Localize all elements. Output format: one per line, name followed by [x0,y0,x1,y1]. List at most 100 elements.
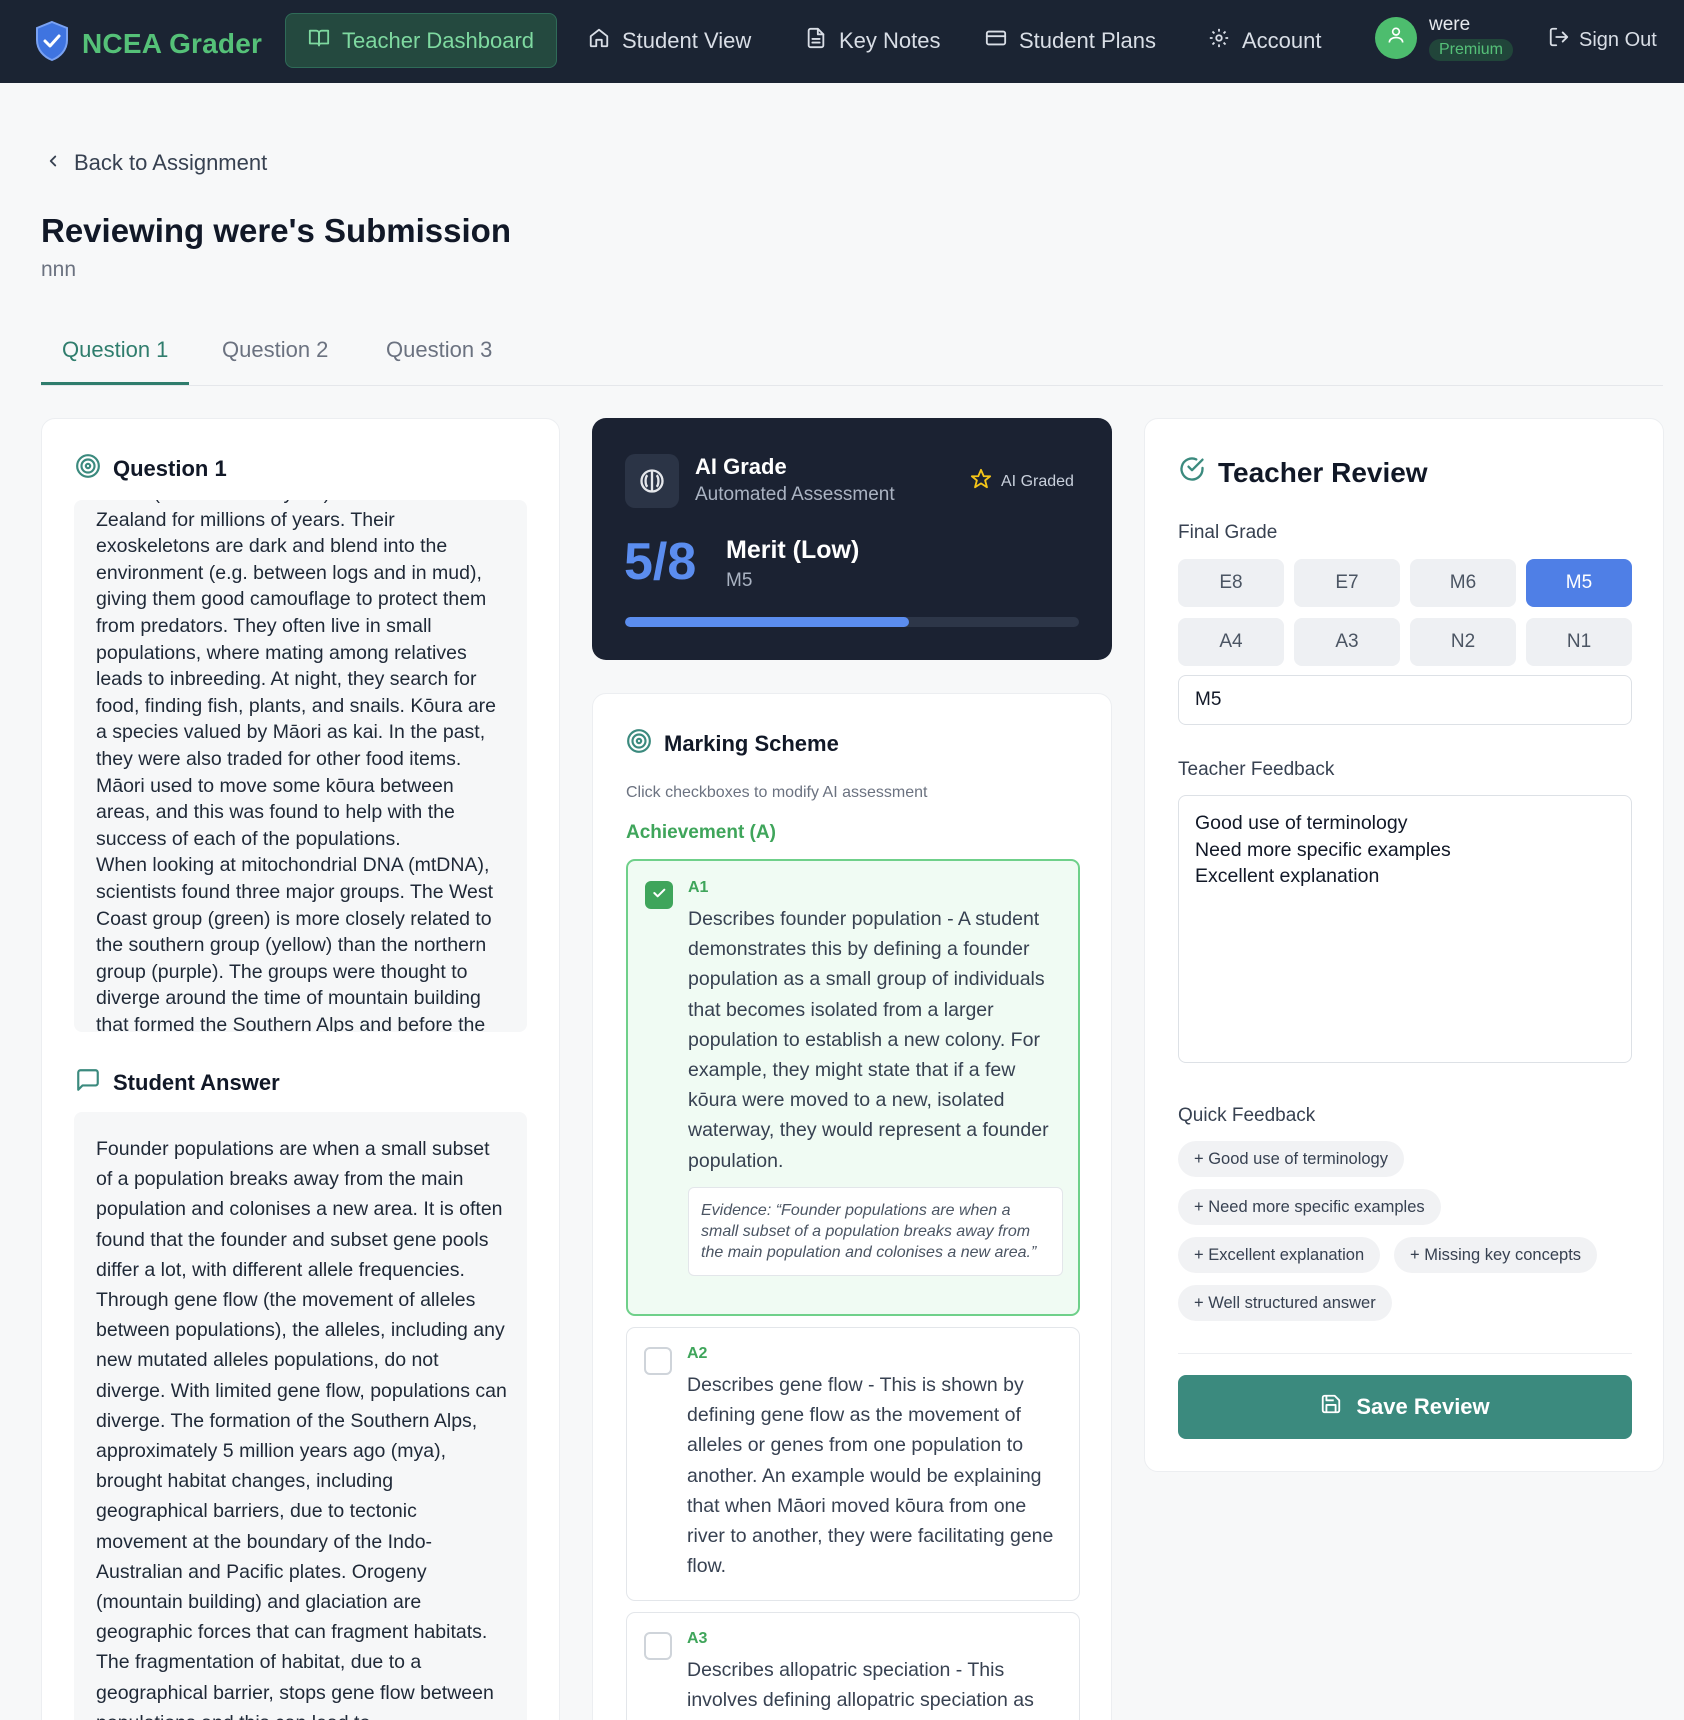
file-text-icon [805,27,827,55]
grade-button-a3[interactable]: A3 [1294,618,1400,666]
ai-graded-label: AI Graded [1001,472,1074,490]
student-answer-text: Founder populations are when a small sub… [96,1138,507,1720]
top-navbar: NCEA Grader Teacher Dashboard Student Vi… [0,0,1684,83]
plan-badge: Premium [1429,39,1514,61]
grade-button-a4[interactable]: A4 [1178,618,1284,666]
criterion-checkbox[interactable] [644,1632,672,1660]
book-open-icon [308,27,330,55]
marking-scheme-heading: Marking Scheme [626,728,839,760]
question-text: Kōura (freshwater crayfish) have inhabit… [96,500,507,1032]
question-heading: Question 1 [75,453,227,485]
ai-level: Merit (Low) [726,536,860,564]
teacher-review-heading: Teacher Review [1178,455,1428,490]
grade-button-n2[interactable]: N2 [1410,618,1516,666]
nav-label: Teacher Dashboard [342,27,535,53]
back-label: Back to Assignment [74,150,268,175]
student-answer-scroll[interactable]: Founder populations are when a small sub… [74,1112,527,1720]
teacher-feedback-label: Teacher Feedback [1178,759,1335,780]
teacher-review-heading-label: Teacher Review [1218,456,1428,488]
message-square-icon [75,1067,101,1099]
quick-feedback-chip[interactable]: + Missing key concepts [1394,1237,1598,1273]
quick-feedback-chip[interactable]: + Good use of terminology [1178,1141,1404,1177]
criterion-checkbox[interactable] [645,881,673,909]
criterion-a3[interactable]: A3 Describes allopatric speciation - Thi… [626,1612,1080,1720]
question-tabs: Question 1 Question 2 Question 3 [41,320,1663,386]
nav-label: Key Notes [839,27,941,53]
grade-button-n1[interactable]: N1 [1526,618,1632,666]
feedback-line: Need more specific examples [1195,838,1451,861]
criterion-description: Describes founder population - A student… [688,908,1049,1172]
ai-grade-title: AI Grade [695,454,787,479]
grade-button-m5[interactable]: M5 [1526,559,1632,607]
criterion-a1[interactable]: A1 Describes founder population - A stud… [626,859,1080,1316]
student-answer-heading: Student Answer [75,1067,280,1099]
user-name: were [1429,14,1471,35]
criterion-description: Describes gene flow - This is shown by d… [687,1374,1054,1578]
avatar [1375,16,1417,59]
nav-teacher-dashboard[interactable]: Teacher Dashboard [285,13,558,68]
user-icon [1386,25,1406,50]
divider [1178,1353,1632,1354]
criterion-code: A1 [688,879,709,896]
criterion-code: A3 [687,1630,708,1647]
check-icon [651,885,667,906]
ai-progress-track [625,617,1079,627]
student-answer-heading-label: Student Answer [113,1070,280,1095]
quick-feedback-chip[interactable]: + Need more specific examples [1178,1189,1441,1225]
sign-out-button[interactable]: Sign Out [1548,26,1657,54]
feedback-line: Good use of terminology [1195,812,1408,834]
question-heading-label: Question 1 [113,456,227,481]
page-subtitle: nnn [41,258,77,281]
nav-account[interactable]: Account [1186,13,1344,68]
quick-feedback-label: Quick Feedback [1178,1105,1316,1126]
final-grade-label: Final Grade [1178,522,1278,543]
grade-button-e8[interactable]: E8 [1178,559,1284,607]
nav-student-view[interactable]: Student View [566,13,773,68]
ai-graded-badge: AI Graded [970,468,1074,495]
category-achievement: Achievement (A) [626,822,776,843]
credit-card-icon [985,27,1007,55]
brand[interactable]: NCEA Grader [34,20,262,67]
page-title: Reviewing were's Submission [41,212,511,249]
marking-scheme-card: Marking Scheme Click checkboxes to modif… [592,693,1112,1720]
tab-question-1[interactable]: Question 1 [41,330,190,385]
brand-name: NCEA Grader [82,27,263,59]
criterion-evidence: Evidence: “Founder populations are when … [688,1187,1063,1276]
criterion-checkbox[interactable] [644,1347,672,1375]
target-icon [626,728,652,760]
user-menu[interactable]: were Premium [1375,14,1514,61]
tab-question-3[interactable]: Question 3 [365,330,513,385]
chevron-left-icon [44,150,62,176]
ai-grade-card: AI Grade Automated Assessment AI Graded … [592,418,1112,660]
teacher-review-card: Teacher Review Final Grade E8 E7 M6 M5 A… [1144,418,1664,1472]
ai-progress-fill [625,617,909,627]
quick-feedback-chip[interactable]: + Excellent explanation [1178,1237,1381,1273]
feedback-line: Excellent explanation [1195,865,1380,887]
grade-button-e7[interactable]: E7 [1294,559,1400,607]
save-review-label: Save Review [1356,1394,1490,1419]
criterion-code: A2 [687,1345,708,1362]
target-icon [75,453,101,485]
grade-button-m6[interactable]: M6 [1410,559,1516,607]
ai-grade-subtitle: Automated Assessment [695,484,895,505]
question-text-scroll[interactable]: Kōura (freshwater crayfish) have inhabit… [74,500,527,1032]
tab-question-2[interactable]: Question 2 [201,330,349,385]
nav-key-notes[interactable]: Key Notes [783,13,963,68]
star-icon [970,468,992,495]
brain-icon [625,454,679,508]
nav-label: Account [1242,27,1322,53]
final-grade-input[interactable]: M5 [1178,675,1632,725]
teacher-feedback-textarea[interactable]: Good use of terminology Need more specif… [1178,795,1632,1063]
criterion-description: Describes allopatric speciation - This i… [687,1659,1034,1712]
back-to-assignment-link[interactable]: Back to Assignment [44,150,267,176]
check-circle-icon [1178,455,1206,490]
criterion-a2[interactable]: A2 Describes gene flow - This is shown b… [626,1327,1080,1601]
nav-student-plans[interactable]: Student Plans [963,13,1178,68]
log-out-icon [1548,26,1570,54]
save-icon [1320,1393,1342,1421]
nav-label: Student View [622,27,752,53]
save-review-button[interactable]: Save Review [1178,1375,1632,1439]
sign-out-label: Sign Out [1579,28,1657,51]
quick-feedback-chip[interactable]: + Well structured answer [1178,1285,1392,1321]
ai-grade-code: M5 [726,570,753,591]
